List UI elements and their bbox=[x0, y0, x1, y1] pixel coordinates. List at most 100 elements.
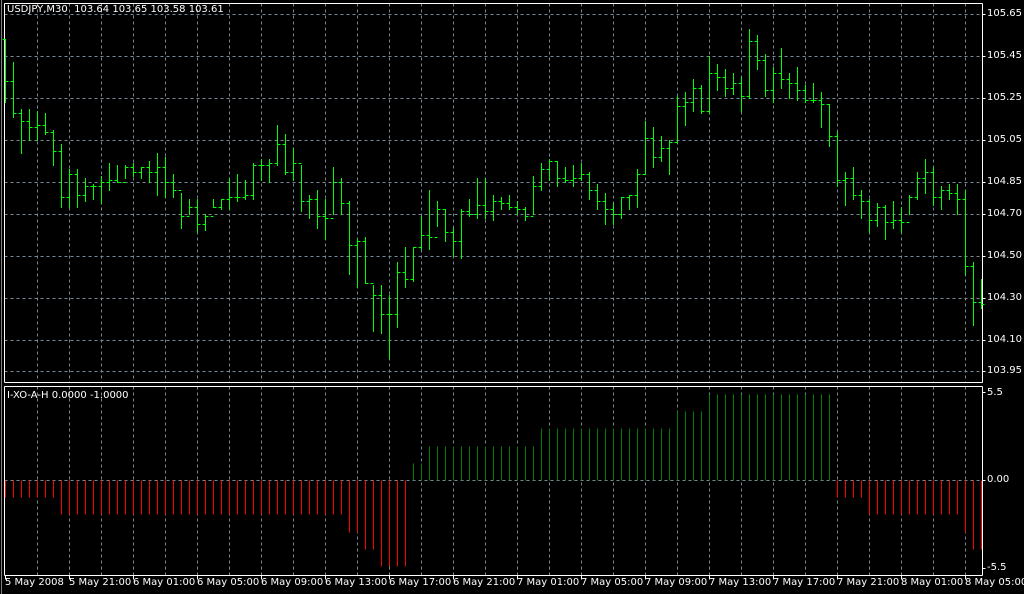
time-axis-label: 7 May 17:00 bbox=[773, 577, 836, 588]
time-axis-label: 5 May 2008 bbox=[5, 577, 64, 588]
ohlc-bar bbox=[978, 279, 985, 309]
ohlc-bar bbox=[130, 163, 137, 177]
symbol-header: USDJPY,M30 103.64 103.65 103.58 103.61 bbox=[7, 4, 224, 16]
ohlc-bar bbox=[970, 262, 977, 326]
price-axis-label: 104.30 bbox=[987, 291, 1022, 303]
ohlc-bar bbox=[802, 85, 809, 103]
ohlc-bar bbox=[18, 109, 25, 154]
ohlc-bar bbox=[530, 176, 537, 217]
ohlc-bar bbox=[74, 169, 81, 208]
ohlc-bar bbox=[578, 163, 585, 181]
ohlc-bar bbox=[442, 209, 449, 242]
ohlc-bar bbox=[338, 178, 345, 215]
ohlc-bar bbox=[250, 163, 257, 200]
ohlc-bar bbox=[906, 195, 913, 223]
price-axis-label: 105.45 bbox=[987, 50, 1022, 61]
ohlc-bar bbox=[90, 184, 97, 200]
ohlc-bar bbox=[778, 48, 785, 89]
ohlc-bar bbox=[626, 195, 633, 210]
time-axis-label: 6 May 17:00 bbox=[389, 577, 452, 588]
ohlc-bar bbox=[794, 67, 801, 101]
ohlc-bar bbox=[290, 148, 297, 181]
ohlc-bar bbox=[410, 247, 417, 282]
ohlc-bar bbox=[274, 125, 281, 166]
indicator-axis-label: 0.00 bbox=[987, 474, 1010, 485]
ohlc-bar bbox=[330, 167, 337, 219]
ohlc-bar bbox=[706, 56, 713, 114]
time-axis-label: 7 May 05:00 bbox=[581, 577, 644, 588]
ohlc-bar bbox=[634, 169, 641, 208]
ohlc-bar bbox=[10, 62, 17, 118]
ohlc-bar bbox=[34, 111, 41, 141]
ohlc-bar bbox=[146, 161, 153, 183]
ohlc-bar bbox=[810, 83, 817, 103]
indicator-value-1: 0.0000 bbox=[51, 390, 87, 401]
ohlc-bar bbox=[394, 262, 401, 328]
ohlc-bar bbox=[738, 77, 745, 112]
ohlc-bar bbox=[682, 92, 689, 126]
ohlc-bar bbox=[426, 190, 433, 250]
ohlc-bar bbox=[538, 163, 545, 191]
ohlc-bar bbox=[514, 201, 521, 215]
ohlc-bar bbox=[666, 140, 673, 175]
ohlc-bar bbox=[362, 237, 369, 284]
price-axis-label: 105.65 bbox=[987, 8, 1022, 19]
ohlc-bar bbox=[882, 205, 889, 240]
ohlc-bar bbox=[890, 201, 897, 229]
ohlc-bar bbox=[850, 167, 857, 200]
ohlc-bar bbox=[58, 144, 65, 208]
ohlc-bar bbox=[66, 169, 73, 208]
ohlc-bar bbox=[106, 163, 113, 191]
ohlc-bar bbox=[866, 199, 873, 233]
ohlc-bar bbox=[554, 161, 561, 187]
price-axis-label: 104.50 bbox=[987, 249, 1022, 261]
ohlc-bar bbox=[434, 201, 441, 238]
ohlc-bar bbox=[306, 195, 313, 219]
low-price: 103.58 bbox=[150, 4, 186, 15]
price-axis-label: 104.10 bbox=[987, 333, 1022, 345]
open-price: 103.64 bbox=[74, 4, 110, 15]
price-axis-label: 105.25 bbox=[987, 92, 1022, 103]
ohlc-bar bbox=[674, 96, 681, 143]
ohlc-bar bbox=[402, 247, 409, 288]
ohlc-bar bbox=[138, 167, 145, 179]
price-axis-label: 105.05 bbox=[987, 134, 1022, 145]
panel-frames bbox=[1, 0, 983, 594]
ohlc-bar bbox=[458, 209, 465, 259]
ohlc-bar bbox=[474, 178, 481, 219]
ohlc-bar bbox=[490, 195, 497, 221]
indicator-value-2: -1.0000 bbox=[89, 390, 129, 401]
time-axis-label: 8 May 05:00 bbox=[965, 577, 1024, 588]
time-axis-label: 6 May 21:00 bbox=[453, 577, 516, 588]
ohlc-bar bbox=[162, 157, 169, 198]
ohlc-bar bbox=[690, 79, 697, 112]
time-axis-label: 7 May 21:00 bbox=[837, 577, 900, 588]
ohlc-bar bbox=[202, 214, 209, 231]
ohlc-bar bbox=[42, 113, 49, 135]
ohlc-bar bbox=[658, 136, 665, 162]
ohlc-bar bbox=[26, 109, 33, 141]
chart-window[interactable]: USDJPY,M30 103.64 103.65 103.58 103.61 I… bbox=[0, 0, 1024, 594]
chart-canvas[interactable] bbox=[0, 0, 1024, 594]
time-axis-label: 5 May 21:00 bbox=[69, 577, 132, 588]
symbol-timeframe: USDJPY,M30 bbox=[7, 4, 68, 15]
price-axis-label: 104.85 bbox=[987, 176, 1022, 187]
ohlc-bar bbox=[418, 216, 425, 250]
grid bbox=[4, 3, 986, 580]
ohlc-bar bbox=[946, 184, 953, 200]
ohlc-bar bbox=[954, 184, 961, 215]
time-axis-label: 7 May 01:00 bbox=[517, 577, 580, 588]
ohlc-bar bbox=[594, 184, 601, 210]
time-axis-label: 8 May 01:00 bbox=[901, 577, 964, 588]
ohlc-bar bbox=[922, 159, 929, 194]
indicator-axis-label: -5.5 bbox=[987, 562, 1007, 573]
ohlc-bar bbox=[298, 163, 305, 212]
ohlc-bar bbox=[642, 121, 649, 175]
ohlc-bar bbox=[194, 199, 201, 233]
ohlc-bar bbox=[258, 159, 265, 181]
ohlc-bar bbox=[818, 92, 825, 128]
ohlc-bar bbox=[650, 127, 657, 168]
ohlc-bar bbox=[570, 165, 577, 187]
ohlc-bar bbox=[770, 67, 777, 103]
ohlc-bar bbox=[170, 174, 177, 198]
